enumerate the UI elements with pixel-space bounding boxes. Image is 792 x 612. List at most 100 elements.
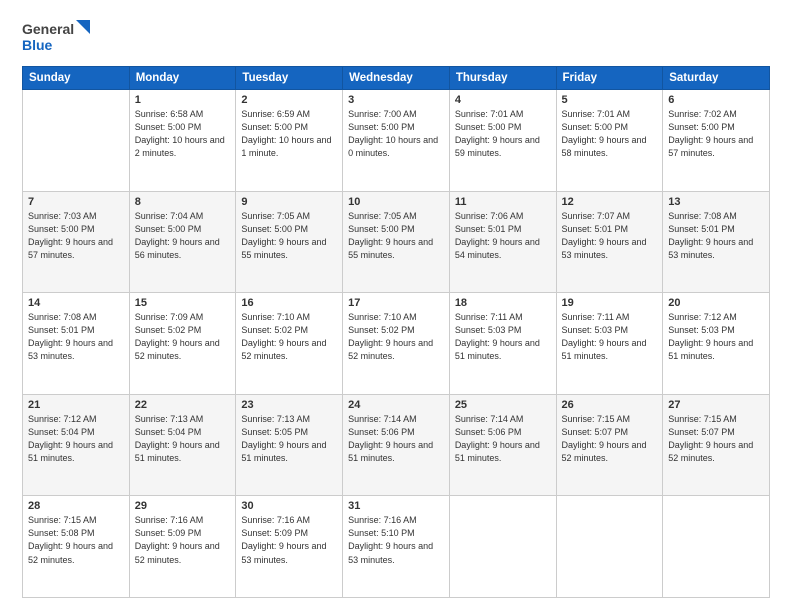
calendar-cell: [556, 496, 663, 598]
day-number: 16: [241, 297, 337, 309]
calendar-cell: 26 Sunrise: 7:15 AM Sunset: 5:07 PM Dayli…: [556, 394, 663, 496]
calendar-cell: 17Sunrise: 7:10 AM Sunset: 5:02 PM Dayli…: [343, 293, 450, 395]
week-row-2: 7 Sunrise: 7:03 AM Sunset: 5:00 PM Daylig…: [23, 191, 770, 293]
calendar-cell: 30Sunrise: 7:16 AM Sunset: 5:09 PM Dayli…: [236, 496, 343, 598]
weekday-header-saturday: Saturday: [663, 67, 770, 90]
calendar-table: SundayMondayTuesdayWednesdayThursdayFrid…: [22, 66, 770, 598]
calendar-cell: 14 Sunrise: 7:08 AM Sunset: 5:01 PM Dayli…: [23, 293, 130, 395]
day-number: 26: [562, 399, 658, 411]
day-number: 1: [135, 94, 231, 106]
calendar-cell: 13 Sunrise: 7:08 AM Sunset: 5:01 PM Dayli…: [663, 191, 770, 293]
cell-details: Sunrise: 7:01 AM Sunset: 5:00 PM Dayligh…: [455, 108, 551, 160]
header: General Blue: [22, 18, 770, 56]
day-number: 23: [241, 399, 337, 411]
weekday-header-thursday: Thursday: [449, 67, 556, 90]
day-number: 14: [28, 297, 124, 309]
cell-details: Sunrise: 7:06 AM Sunset: 5:01 PM Dayligh…: [455, 210, 551, 262]
calendar-cell: 9 Sunrise: 7:05 AM Sunset: 5:00 PM Daylig…: [236, 191, 343, 293]
cell-details: Sunrise: 7:15 AM Sunset: 5:08 PM Dayligh…: [28, 514, 124, 566]
weekday-header-monday: Monday: [129, 67, 236, 90]
day-number: 29: [135, 500, 231, 512]
day-number: 6: [668, 94, 764, 106]
calendar-cell: 25 Sunrise: 7:14 AM Sunset: 5:06 PM Dayli…: [449, 394, 556, 496]
week-row-3: 14 Sunrise: 7:08 AM Sunset: 5:01 PM Dayli…: [23, 293, 770, 395]
cell-details: Sunrise: 7:16 AM Sunset: 5:09 PM Dayligh…: [241, 514, 337, 566]
calendar-cell: 23 Sunrise: 7:13 AM Sunset: 5:05 PM Dayli…: [236, 394, 343, 496]
cell-details: Sunrise: 7:00 AM Sunset: 5:00 PM Dayligh…: [348, 108, 444, 160]
calendar-cell: 4Sunrise: 7:01 AM Sunset: 5:00 PM Daylig…: [449, 90, 556, 192]
day-number: 15: [135, 297, 231, 309]
calendar-cell: 12Sunrise: 7:07 AM Sunset: 5:01 PM Dayli…: [556, 191, 663, 293]
calendar-cell: 11 Sunrise: 7:06 AM Sunset: 5:01 PM Dayli…: [449, 191, 556, 293]
svg-text:Blue: Blue: [22, 37, 53, 53]
day-number: 7: [28, 196, 124, 208]
day-number: 9: [241, 196, 337, 208]
cell-details: Sunrise: 7:16 AM Sunset: 5:10 PM Dayligh…: [348, 514, 444, 566]
calendar-cell: 29 Sunrise: 7:16 AM Sunset: 5:09 PM Dayli…: [129, 496, 236, 598]
calendar-cell: 5 Sunrise: 7:01 AM Sunset: 5:00 PM Daylig…: [556, 90, 663, 192]
calendar-cell: 2Sunrise: 6:59 AM Sunset: 5:00 PM Daylig…: [236, 90, 343, 192]
week-row-5: 28 Sunrise: 7:15 AM Sunset: 5:08 PM Dayli…: [23, 496, 770, 598]
calendar-cell: [23, 90, 130, 192]
calendar-cell: 15 Sunrise: 7:09 AM Sunset: 5:02 PM Dayli…: [129, 293, 236, 395]
cell-details: Sunrise: 7:10 AM Sunset: 5:02 PM Dayligh…: [241, 311, 337, 363]
calendar-cell: 7 Sunrise: 7:03 AM Sunset: 5:00 PM Daylig…: [23, 191, 130, 293]
cell-details: Sunrise: 7:13 AM Sunset: 5:04 PM Dayligh…: [135, 413, 231, 465]
cell-details: Sunrise: 7:04 AM Sunset: 5:00 PM Dayligh…: [135, 210, 231, 262]
cell-details: Sunrise: 7:08 AM Sunset: 5:01 PM Dayligh…: [28, 311, 124, 363]
calendar-cell: 19Sunrise: 7:11 AM Sunset: 5:03 PM Dayli…: [556, 293, 663, 395]
calendar-cell: 31 Sunrise: 7:16 AM Sunset: 5:10 PM Dayli…: [343, 496, 450, 598]
page: General Blue SundayMondayTuesdayWednesda…: [0, 0, 792, 612]
day-number: 5: [562, 94, 658, 106]
day-number: 25: [455, 399, 551, 411]
calendar-cell: 6 Sunrise: 7:02 AM Sunset: 5:00 PM Daylig…: [663, 90, 770, 192]
cell-details: Sunrise: 7:15 AM Sunset: 5:07 PM Dayligh…: [562, 413, 658, 465]
calendar-cell: 3Sunrise: 7:00 AM Sunset: 5:00 PM Daylig…: [343, 90, 450, 192]
day-number: 8: [135, 196, 231, 208]
calendar-cell: 1 Sunrise: 6:58 AM Sunset: 5:00 PM Daylig…: [129, 90, 236, 192]
day-number: 21: [28, 399, 124, 411]
day-number: 24: [348, 399, 444, 411]
day-number: 13: [668, 196, 764, 208]
cell-details: Sunrise: 7:11 AM Sunset: 5:03 PM Dayligh…: [562, 311, 658, 363]
weekday-header-friday: Friday: [556, 67, 663, 90]
cell-details: Sunrise: 7:08 AM Sunset: 5:01 PM Dayligh…: [668, 210, 764, 262]
weekday-header-tuesday: Tuesday: [236, 67, 343, 90]
cell-details: Sunrise: 7:14 AM Sunset: 5:06 PM Dayligh…: [455, 413, 551, 465]
day-number: 11: [455, 196, 551, 208]
calendar-cell: 24 Sunrise: 7:14 AM Sunset: 5:06 PM Dayli…: [343, 394, 450, 496]
weekday-header-sunday: Sunday: [23, 67, 130, 90]
calendar-cell: 28 Sunrise: 7:15 AM Sunset: 5:08 PM Dayli…: [23, 496, 130, 598]
calendar-cell: 10Sunrise: 7:05 AM Sunset: 5:00 PM Dayli…: [343, 191, 450, 293]
calendar-cell: 27Sunrise: 7:15 AM Sunset: 5:07 PM Dayli…: [663, 394, 770, 496]
day-number: 31: [348, 500, 444, 512]
calendar-cell: [449, 496, 556, 598]
calendar-cell: 8 Sunrise: 7:04 AM Sunset: 5:00 PM Daylig…: [129, 191, 236, 293]
cell-details: Sunrise: 7:10 AM Sunset: 5:02 PM Dayligh…: [348, 311, 444, 363]
day-number: 12: [562, 196, 658, 208]
cell-details: Sunrise: 7:01 AM Sunset: 5:00 PM Dayligh…: [562, 108, 658, 160]
calendar-cell: 21Sunrise: 7:12 AM Sunset: 5:04 PM Dayli…: [23, 394, 130, 496]
cell-details: Sunrise: 7:14 AM Sunset: 5:06 PM Dayligh…: [348, 413, 444, 465]
day-number: 22: [135, 399, 231, 411]
weekday-header-row: SundayMondayTuesdayWednesdayThursdayFrid…: [23, 67, 770, 90]
calendar-cell: 20Sunrise: 7:12 AM Sunset: 5:03 PM Dayli…: [663, 293, 770, 395]
week-row-4: 21Sunrise: 7:12 AM Sunset: 5:04 PM Dayli…: [23, 394, 770, 496]
cell-details: Sunrise: 7:05 AM Sunset: 5:00 PM Dayligh…: [241, 210, 337, 262]
week-row-1: 1 Sunrise: 6:58 AM Sunset: 5:00 PM Daylig…: [23, 90, 770, 192]
cell-details: Sunrise: 7:15 AM Sunset: 5:07 PM Dayligh…: [668, 413, 764, 465]
cell-details: Sunrise: 7:11 AM Sunset: 5:03 PM Dayligh…: [455, 311, 551, 363]
day-number: 2: [241, 94, 337, 106]
cell-details: Sunrise: 7:12 AM Sunset: 5:03 PM Dayligh…: [668, 311, 764, 363]
day-number: 28: [28, 500, 124, 512]
cell-details: Sunrise: 7:16 AM Sunset: 5:09 PM Dayligh…: [135, 514, 231, 566]
cell-details: Sunrise: 7:02 AM Sunset: 5:00 PM Dayligh…: [668, 108, 764, 160]
calendar-cell: 16 Sunrise: 7:10 AM Sunset: 5:02 PM Dayli…: [236, 293, 343, 395]
cell-details: Sunrise: 6:58 AM Sunset: 5:00 PM Dayligh…: [135, 108, 231, 160]
cell-details: Sunrise: 7:13 AM Sunset: 5:05 PM Dayligh…: [241, 413, 337, 465]
logo: General Blue: [22, 18, 92, 56]
day-number: 10: [348, 196, 444, 208]
cell-details: Sunrise: 7:09 AM Sunset: 5:02 PM Dayligh…: [135, 311, 231, 363]
weekday-header-wednesday: Wednesday: [343, 67, 450, 90]
cell-details: Sunrise: 7:03 AM Sunset: 5:00 PM Dayligh…: [28, 210, 124, 262]
